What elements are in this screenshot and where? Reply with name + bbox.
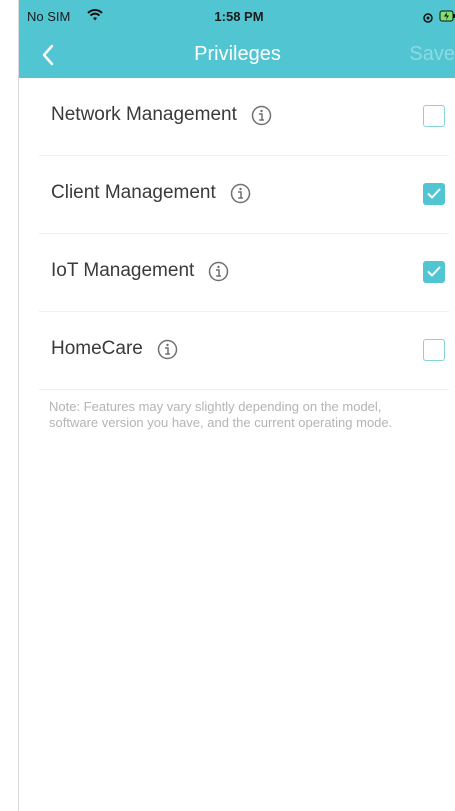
- status-time: 1:58 PM: [214, 9, 264, 24]
- location-icon: [423, 11, 433, 23]
- privilege-label-group: Client Management: [51, 182, 251, 204]
- privilege-label: HomeCare: [51, 338, 143, 359]
- client-management-checkbox[interactable]: [423, 183, 445, 205]
- chevron-left-icon: [42, 44, 54, 66]
- wifi-icon: [87, 9, 103, 21]
- carrier-label: No SIM: [27, 9, 71, 24]
- privilege-label-group: HomeCare: [51, 338, 178, 360]
- privilege-label: IoT Management: [51, 260, 195, 281]
- privileges-list: Network Management Client Management IoT…: [39, 78, 449, 390]
- features-note: Note: Features may vary slightly dependi…: [49, 399, 393, 430]
- info-icon[interactable]: [251, 105, 272, 126]
- privilege-label: Client Management: [51, 182, 216, 203]
- info-icon[interactable]: [208, 261, 229, 282]
- app-screen: No SIM 1:58 PM Privileges Save Network M…: [18, 0, 455, 811]
- privilege-row-client-management: Client Management: [39, 156, 449, 234]
- info-icon[interactable]: [157, 339, 178, 360]
- privilege-row-network-management: Network Management: [39, 78, 449, 156]
- privilege-label-group: Network Management: [51, 104, 272, 126]
- back-button[interactable]: [37, 40, 65, 70]
- privilege-row-homecare: HomeCare: [39, 312, 449, 390]
- checkmark-icon: [427, 266, 441, 277]
- privilege-label-group: IoT Management: [51, 260, 229, 282]
- status-bar: No SIM 1:58 PM: [19, 0, 455, 30]
- network-management-checkbox[interactable]: [423, 105, 445, 127]
- screen-left-edge: [0, 0, 18, 811]
- homecare-checkbox[interactable]: [423, 339, 445, 361]
- info-icon[interactable]: [230, 183, 251, 204]
- privilege-label: Network Management: [51, 104, 237, 125]
- privilege-row-iot-management: IoT Management: [39, 234, 449, 312]
- checkmark-icon: [427, 188, 441, 199]
- header: No SIM 1:58 PM Privileges Save: [19, 0, 455, 78]
- save-button[interactable]: Save: [405, 43, 455, 66]
- page-title: Privileges: [194, 43, 281, 65]
- iot-management-checkbox[interactable]: [423, 261, 445, 283]
- battery-charging-icon: [439, 10, 455, 22]
